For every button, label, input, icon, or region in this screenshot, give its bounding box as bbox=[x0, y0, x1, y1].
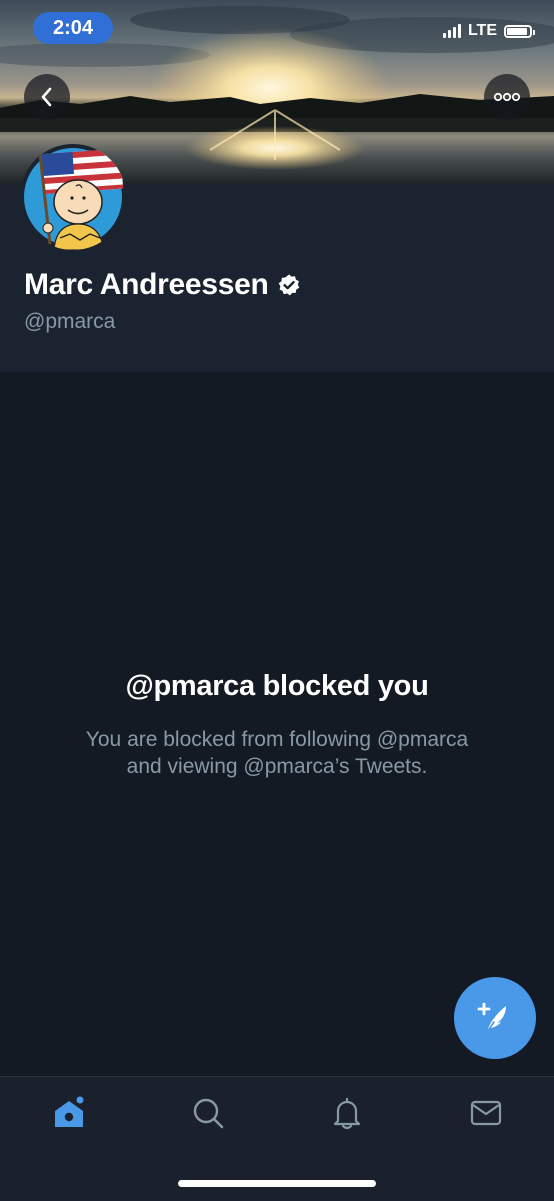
more-options-icon bbox=[493, 92, 521, 102]
mail-icon bbox=[470, 1100, 502, 1126]
tab-messages[interactable] bbox=[466, 1093, 506, 1133]
status-time: 2:04 bbox=[33, 12, 113, 44]
search-icon bbox=[193, 1098, 224, 1129]
home-icon bbox=[55, 1094, 86, 1127]
blocked-content-area bbox=[0, 372, 554, 1076]
compose-tweet-icon bbox=[477, 1002, 506, 1033]
home-indicator bbox=[178, 1180, 376, 1187]
tab-home[interactable] bbox=[49, 1093, 89, 1133]
signal-icon bbox=[442, 24, 461, 38]
network-type: LTE bbox=[467, 22, 497, 39]
status-indicators: LTE bbox=[442, 22, 535, 40]
profile-name-row: Marc Andreessen bbox=[24, 268, 301, 302]
tab-search[interactable] bbox=[188, 1093, 228, 1133]
blocked-message: You are blocked from following @pmarca a… bbox=[85, 728, 469, 778]
battery-icon bbox=[504, 24, 535, 38]
tab-notifications[interactable] bbox=[327, 1093, 367, 1133]
avatar[interactable] bbox=[20, 144, 126, 250]
blocked-title: @pmarca blocked you bbox=[125, 670, 429, 702]
profile-handle: @pmarca bbox=[24, 310, 116, 333]
compose-tweet-button[interactable] bbox=[454, 977, 536, 1059]
profile-name: Marc Andreessen bbox=[24, 268, 269, 301]
back-button[interactable] bbox=[24, 74, 70, 120]
more-options-button[interactable] bbox=[484, 74, 530, 120]
bell-icon bbox=[333, 1097, 361, 1130]
chevron-left-icon bbox=[41, 87, 52, 107]
verified-badge-icon bbox=[278, 274, 299, 296]
